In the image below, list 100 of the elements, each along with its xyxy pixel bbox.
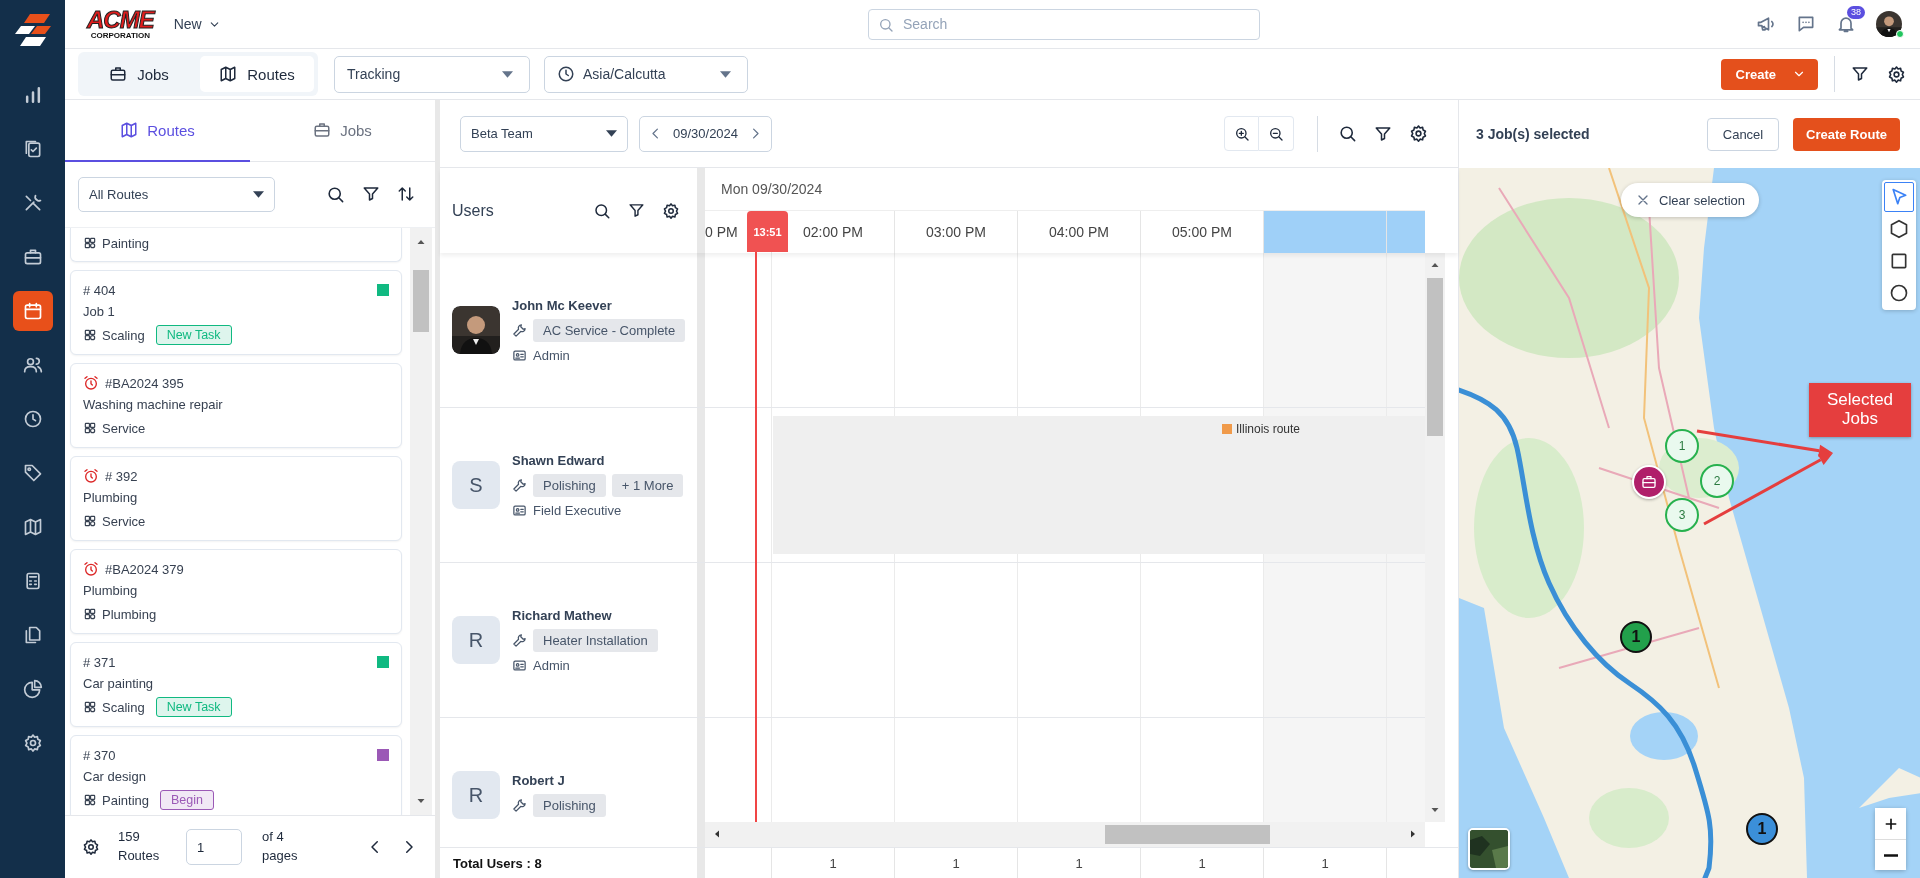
search-field[interactable]: Search [868,8,1260,40]
category-icon [83,700,97,714]
map-icon [22,517,43,537]
filter-button[interactable] [362,185,380,204]
zoom-in-button[interactable] [1875,808,1906,839]
scrollbar[interactable] [410,228,432,815]
map-icon [120,121,139,139]
pointer-icon [1889,187,1909,207]
clear-selection-button[interactable]: Clear selection [1621,183,1759,217]
announcements-button[interactable] [1756,14,1776,34]
scrollbar-thumb[interactable] [1105,825,1270,844]
settings-button[interactable] [1409,124,1428,143]
timezone-select[interactable]: Asia/Calcutta [544,55,748,93]
category-icon [83,236,97,250]
user-role: Admin [533,657,570,673]
time-label: 05:00 PM [1172,224,1232,240]
route-card[interactable]: #BA2024 395 Washing machine repair Service [70,363,402,448]
wrench-icon [512,632,527,648]
wrench-icon [512,798,527,813]
sort-icon [397,185,415,203]
panel-tab[interactable]: Routes [65,100,250,162]
slot-count: 1 [952,855,960,871]
route-card[interactable]: # 404 Job 1 Scaling New Task [70,270,402,355]
job-category: Painting [102,235,149,251]
slot-count: 1 [829,855,837,871]
sort-button[interactable] [397,185,415,204]
id-card-icon [512,502,527,518]
new-menu[interactable]: New [173,16,221,32]
zoom-out-button[interactable] [1875,839,1906,870]
page-field[interactable]: 1 [186,829,242,865]
minus-icon [1883,853,1898,857]
caret-icon [502,70,513,78]
zoom-in-button[interactable] [1224,116,1259,151]
briefcase-icon [313,121,332,139]
scrollbar[interactable] [1425,253,1445,822]
total-users: Total Users : 8 [453,855,542,871]
scrollbar[interactable] [697,822,1425,847]
mode-select[interactable]: Tracking [334,55,530,93]
job-number: #BA2024 379 [105,561,184,577]
route-card[interactable]: # 392 Plumbing Service [70,456,402,541]
job-category: Plumbing [102,606,157,622]
zoom-out-button[interactable] [1259,116,1294,151]
route-bar[interactable]: Illinois route [773,416,1425,554]
nav-item[interactable] [12,291,53,331]
team-select[interactable]: Beta Team [460,115,628,152]
search-icon [1338,124,1357,143]
caret-icon [720,70,731,78]
search-icon [326,185,345,204]
view-tab[interactable]: Routes [200,56,314,92]
search-button[interactable] [326,185,345,204]
settings-button[interactable] [662,201,680,220]
job-category: Scaling [102,327,145,343]
scrollbar-thumb[interactable] [1427,278,1443,436]
route-card[interactable]: Painting [70,228,402,262]
cancel-button[interactable]: Cancel [1707,117,1779,151]
job-category: Scaling [102,699,145,715]
caret-icon [606,130,617,137]
filter-button[interactable] [1374,124,1392,143]
skill-chip: + 1 More [611,473,684,497]
wrench-icon [512,477,527,493]
job-title: Plumbing [83,582,139,600]
skill-chip: Polishing [533,794,606,817]
search-button[interactable] [593,201,611,220]
user-name: Richard Mathew [512,607,613,623]
current-time-tag: 13:51 [747,211,788,252]
search-button[interactable] [1338,124,1357,143]
square-icon [1889,251,1909,271]
create-route-button[interactable]: Create Route [1793,117,1900,151]
satellite-view-button[interactable] [1468,828,1510,870]
logo-text: ACME [87,8,154,32]
view-tab[interactable]: Jobs [82,56,196,92]
notifications-button[interactable]: 38 [1836,6,1865,34]
user-name: Robert J [512,773,566,788]
create-button[interactable]: Create [1720,58,1818,90]
route-card[interactable]: # 371 Car painting Scaling New Task [70,642,402,727]
route-card[interactable]: # 370 Car design Painting Begin [70,735,402,815]
time-label: 04:00 PM [1049,224,1109,240]
circle-icon [1889,283,1909,303]
filter-button[interactable] [1851,65,1869,83]
user-name: Shawn Edward [512,452,606,468]
briefcase-icon [22,247,43,267]
settings-button[interactable] [1887,64,1906,84]
messages-button[interactable] [1796,14,1816,34]
users-heading: Users [452,201,494,220]
route-card[interactable]: #BA2024 379 Plumbing Plumbing [70,549,402,634]
user-avatar: R [452,771,500,819]
scrollbar-thumb[interactable] [413,270,429,332]
settings-icon [662,201,680,220]
routes-filter-select[interactable]: All Routes [78,177,275,212]
pie-chart-icon [22,679,43,699]
notification-badge: 38 [1847,6,1865,19]
settings-button[interactable] [82,838,100,856]
search-icon [878,16,894,33]
time-label: 03:00 PM [926,224,986,240]
date-picker[interactable]: 09/30/2024 [639,115,773,152]
search-icon [593,201,611,220]
panel-tab[interactable]: Jobs [250,100,435,162]
clock-icon [22,409,43,429]
category-icon [83,421,97,435]
filter-button[interactable] [628,202,645,219]
